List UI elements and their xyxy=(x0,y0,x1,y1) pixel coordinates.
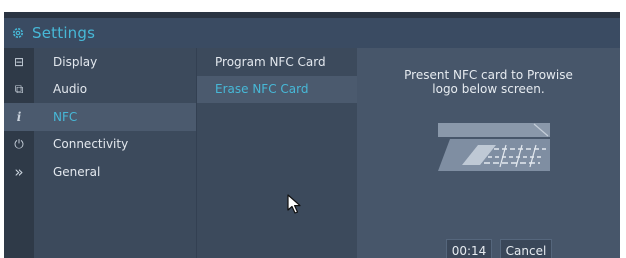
instruction-line-2: logo below screen. xyxy=(432,82,545,96)
submenu-item-erase-nfc-card[interactable]: Erase NFC Card xyxy=(197,75,357,103)
menu-item-label: General xyxy=(53,164,101,179)
menu-item-nfc[interactable]: NFC xyxy=(34,103,196,131)
rail-item-more[interactable]: » xyxy=(4,158,34,186)
menu-item-display[interactable]: Display xyxy=(34,48,196,76)
icon-rail: ⊟ ⧉ i ⏻ » xyxy=(4,48,34,258)
display-icon: ⊟ xyxy=(13,54,25,69)
menu-item-audio[interactable]: Audio xyxy=(34,76,196,104)
menu-item-label: NFC xyxy=(53,109,78,124)
rail-item-power[interactable]: ⏻ xyxy=(4,131,34,159)
nfc-instruction: Present NFC card to Prowise logo below s… xyxy=(357,68,620,96)
cancel-button[interactable]: Cancel xyxy=(500,239,552,258)
settings-window: Settings ⊟ ⧉ i ⏻ » Display Audio NFC Con… xyxy=(4,12,620,258)
mouse-cursor-icon xyxy=(287,194,301,214)
rail-item-info[interactable]: i xyxy=(4,103,34,131)
rail-item-display[interactable]: ⊟ xyxy=(4,48,34,76)
chevrons-right-icon: » xyxy=(14,162,24,181)
menu-item-general[interactable]: General xyxy=(34,158,196,186)
info-icon: i xyxy=(16,109,22,124)
settings-menu: Display Audio NFC Connectivity General xyxy=(34,48,196,258)
settings-header: Settings xyxy=(4,18,620,48)
rail-item-audio[interactable]: ⧉ xyxy=(4,76,34,104)
nfc-detail-panel: Present NFC card to Prowise logo below s… xyxy=(357,48,620,258)
power-icon: ⏻ xyxy=(14,136,24,151)
menu-item-label: Display xyxy=(53,54,98,69)
submenu-item-label: Program NFC Card xyxy=(215,54,326,69)
nfc-card-illustration xyxy=(438,123,550,171)
menu-item-connectivity[interactable]: Connectivity xyxy=(34,131,196,159)
menu-item-label: Connectivity xyxy=(53,137,129,152)
submenu-item-program-nfc-card[interactable]: Program NFC Card xyxy=(197,48,357,76)
submenu-item-label: Erase NFC Card xyxy=(215,82,309,97)
gear-icon xyxy=(4,18,32,48)
nfc-submenu: Program NFC Card Erase NFC Card xyxy=(197,48,357,258)
instruction-line-1: Present NFC card to Prowise xyxy=(404,68,573,82)
audio-icon: ⧉ xyxy=(14,81,24,96)
countdown-timer: 00:14 xyxy=(446,239,492,258)
menu-item-label: Audio xyxy=(53,82,88,97)
page-title: Settings xyxy=(32,24,96,42)
